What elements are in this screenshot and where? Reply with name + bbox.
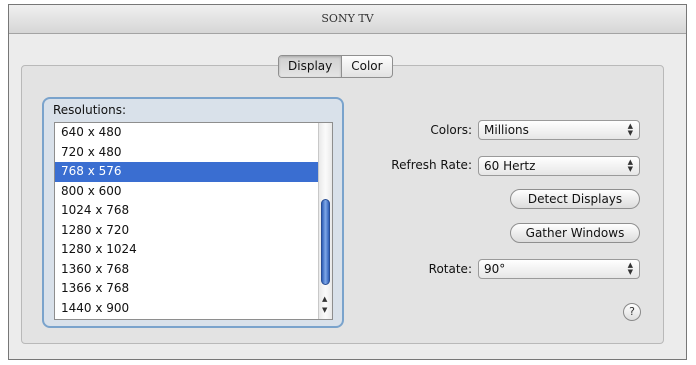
resolution-item[interactable]: 720 x 480 bbox=[55, 143, 332, 163]
refresh-rate-popup[interactable]: 60 Hertz ▲ ▼ bbox=[478, 156, 640, 176]
rotate-label: Rotate: bbox=[428, 262, 472, 276]
resolutions-label: Resolutions: bbox=[53, 103, 126, 117]
window-title: SONY TV bbox=[321, 12, 374, 25]
resolutions-group: Resolutions: 640 x 480 720 x 480 768 x 5… bbox=[42, 97, 344, 328]
popup-arrows-icon: ▲ ▼ bbox=[627, 122, 633, 137]
resolutions-scrollbar[interactable]: ▲ ▼ bbox=[318, 123, 332, 319]
scrollbar-thumb[interactable] bbox=[321, 199, 330, 285]
resolution-item[interactable]: 1280 x 1024 bbox=[55, 240, 332, 260]
tab-display[interactable]: Display bbox=[279, 56, 342, 77]
tab-control: Display Color bbox=[278, 55, 393, 78]
title-bar[interactable]: SONY TV bbox=[9, 5, 686, 34]
resolution-item[interactable]: 1280 x 720 bbox=[55, 221, 332, 241]
colors-popup[interactable]: Millions ▲ ▼ bbox=[478, 120, 640, 140]
resolutions-list[interactable]: 640 x 480 720 x 480 768 x 576 800 x 600 … bbox=[54, 122, 333, 320]
colors-value: Millions bbox=[484, 123, 529, 137]
resolution-item[interactable]: 1024 x 768 bbox=[55, 201, 332, 221]
scroll-up-arrow-icon[interactable]: ▲ bbox=[322, 296, 327, 303]
popup-arrows-icon: ▲ ▼ bbox=[627, 158, 633, 173]
rotate-popup[interactable]: 90° ▲ ▼ bbox=[478, 259, 640, 279]
refresh-rate-value: 60 Hertz bbox=[484, 159, 536, 173]
resolution-item-selected[interactable]: 768 x 576 bbox=[55, 162, 332, 182]
resolution-item[interactable]: 1440 x 900 bbox=[55, 299, 332, 319]
resolution-item[interactable]: 800 x 600 bbox=[55, 182, 332, 202]
popup-arrows-icon: ▲ ▼ bbox=[627, 261, 633, 276]
resolution-item[interactable]: 1366 x 768 bbox=[55, 279, 332, 299]
colors-label: Colors: bbox=[430, 123, 472, 137]
help-icon[interactable]: ? bbox=[623, 303, 641, 321]
resolution-item[interactable]: 640 x 480 bbox=[55, 123, 332, 143]
gather-windows-button[interactable]: Gather Windows bbox=[510, 223, 640, 243]
refresh-rate-label: Refresh Rate: bbox=[391, 158, 472, 172]
tab-color[interactable]: Color bbox=[341, 56, 391, 77]
rotate-value: 90° bbox=[484, 262, 506, 276]
detect-displays-button[interactable]: Detect Displays bbox=[510, 189, 640, 209]
scroll-down-arrow-icon[interactable]: ▼ bbox=[322, 307, 327, 314]
resolution-item[interactable]: 1360 x 768 bbox=[55, 260, 332, 280]
